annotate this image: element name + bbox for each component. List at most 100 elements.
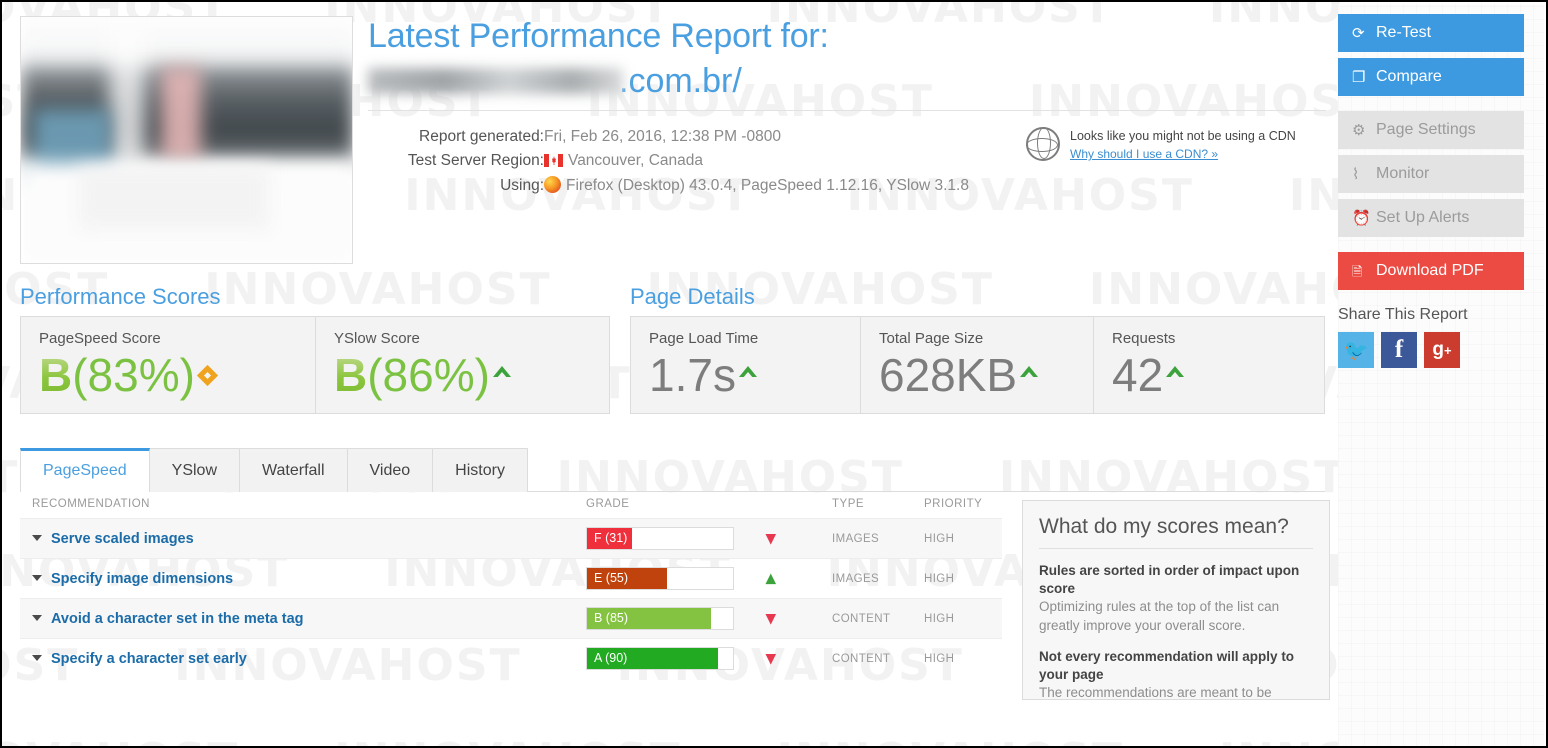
yslow-percent: (86%) <box>367 349 490 401</box>
pagespeed-percent: (83%) <box>72 349 195 401</box>
monitor-label: Monitor <box>1376 165 1430 182</box>
using-text: Firefox (Desktop) 43.0.4, PageSpeed 1.12… <box>566 177 969 195</box>
recommendation-cell[interactable]: Avoid a character set in the meta tag <box>20 610 586 627</box>
download-pdf-button[interactable]: 🗎 Download PDF <box>1338 252 1524 290</box>
trend-up-icon: ▴ <box>766 568 776 589</box>
tab-history[interactable]: History <box>432 448 528 492</box>
tab-pagespeed[interactable]: PageSpeed <box>20 448 150 492</box>
cdn-link[interactable]: Why should I use a CDN? » <box>1070 146 1218 163</box>
table-row[interactable]: Avoid a character set in the meta tag B … <box>20 598 1002 638</box>
expand-triangle-icon[interactable] <box>32 655 42 661</box>
compare-label: Compare <box>1376 68 1442 85</box>
grade-bar: B (85) <box>586 607 734 630</box>
scores-info-box: What do my scores mean? Rules are sorted… <box>1022 500 1330 700</box>
tab-yslow[interactable]: YSlow <box>148 448 240 492</box>
recommendation-name[interactable]: Specify a character set early <box>51 651 247 667</box>
yslow-grade: B <box>334 349 368 401</box>
type-cell: IMAGES <box>832 532 880 545</box>
requests-card: Requests 42 <box>1093 317 1324 413</box>
yslow-score-value: B(86%) <box>334 349 591 401</box>
col-header-type: TYPE <box>832 498 865 510</box>
info-body: The recommendations are meant to be <box>1039 685 1272 700</box>
recommendation-name[interactable]: Specify image dimensions <box>51 571 233 587</box>
grade-bar: A (90) <box>586 647 734 670</box>
meta-value-region: Vancouver, Canada <box>544 149 969 173</box>
googleplus-icon[interactable]: g + <box>1424 332 1460 368</box>
trend-down-icon: ▾ <box>766 608 776 629</box>
canada-flag-icon <box>544 154 563 168</box>
pagespeed-score-card: PageSpeed Score B(83%) <box>21 317 315 413</box>
trend-cell: ▾ <box>766 649 832 668</box>
share-icons: 🐦 f g + <box>1338 332 1524 368</box>
total-page-size-value-wrap: 628KB <box>879 349 1075 401</box>
requests-label: Requests <box>1112 330 1176 347</box>
tab-waterfall[interactable]: Waterfall <box>239 448 348 492</box>
page-details-title: Page Details <box>630 284 755 309</box>
pdf-icon: 🗎 <box>1352 263 1363 279</box>
facebook-icon[interactable]: f <box>1381 332 1417 368</box>
report-url: .com.br/ <box>368 58 1326 100</box>
trend-down-icon: ▾ <box>766 528 776 549</box>
page-load-time-card: Page Load Time 1.7s <box>631 317 860 413</box>
set-up-alerts-label: Set Up Alerts <box>1376 209 1470 226</box>
expand-triangle-icon[interactable] <box>32 615 42 621</box>
meta-label-using: Using: <box>500 176 544 194</box>
col-header-priority: PRIORITY <box>924 498 983 510</box>
compare-icon: ❐ <box>1352 68 1366 86</box>
meta-row-generated: Report generated: Fri, Feb 26, 2016, 12:… <box>368 125 969 149</box>
type-cell: CONTENT <box>832 612 891 625</box>
table-row[interactable]: Specify image dimensions E (55) ▴ IMAGES… <box>20 558 1002 598</box>
compare-button[interactable]: ❐ Compare <box>1338 58 1524 96</box>
gear-icon: ⚙ <box>1352 121 1366 139</box>
scores-section: Performance Scores PageSpeed Score B(83%… <box>2 284 1342 444</box>
monitor-button[interactable]: ⌇ Monitor <box>1338 155 1524 193</box>
meta-row-region: Test Server Region: Vancouver, Canada <box>368 149 969 173</box>
grade-label: E (55) <box>594 571 629 585</box>
page-load-time-label: Page Load Time <box>649 330 759 347</box>
expand-triangle-icon[interactable] <box>32 575 42 581</box>
download-pdf-label: Download PDF <box>1376 262 1484 279</box>
set-up-alerts-button[interactable]: ⏰ Set Up Alerts <box>1338 199 1524 237</box>
table-row[interactable]: Specify a character set early A (90) ▾ C… <box>20 638 1002 678</box>
requests-trend-up-icon <box>1166 366 1185 379</box>
recommendation-cell[interactable]: Serve scaled images <box>20 530 586 547</box>
info-heading: Not every recommendation will apply to y… <box>1039 648 1295 683</box>
report-tabs: PageSpeed YSlow Waterfall Video History <box>20 444 1325 492</box>
recommendation-name[interactable]: Avoid a character set in the meta tag <box>51 611 304 627</box>
recommendation-name[interactable]: Serve scaled images <box>51 531 194 547</box>
total-page-size-value: 628KB <box>879 349 1018 401</box>
col-header-grade: GRADE <box>586 498 630 510</box>
cdn-text: Looks like you might not be using a CDN … <box>1070 127 1326 164</box>
expand-triangle-icon[interactable] <box>32 535 42 541</box>
retest-button[interactable]: ⟳ Re-Test <box>1338 14 1524 52</box>
recommendation-cell[interactable]: Specify image dimensions <box>20 570 586 587</box>
grade-label: A (90) <box>594 651 628 665</box>
page-settings-button[interactable]: ⚙ Page Settings <box>1338 111 1524 149</box>
tab-video[interactable]: Video <box>346 448 434 492</box>
refresh-icon: ⟳ <box>1352 24 1365 42</box>
meta-row-using: Using: Firefox (Desktop) 43.0.4, PageSpe… <box>368 173 969 198</box>
report-meta: Report generated: Fri, Feb 26, 2016, 12:… <box>368 125 1326 229</box>
yslow-trend-up-icon <box>492 366 511 379</box>
priority-cell: HIGH <box>924 652 955 665</box>
yslow-score-label: YSlow Score <box>334 330 420 347</box>
twitter-icon[interactable]: 🐦 <box>1338 332 1374 368</box>
page-load-time-value: 1.7s <box>649 349 736 401</box>
pagespeed-trend-diamond-icon <box>196 364 219 387</box>
grade-label: B (85) <box>594 611 629 625</box>
priority-cell: HIGH <box>924 532 955 545</box>
tab-content: RECOMMENDATION GRADE TYPE PRIORITY Serve… <box>20 492 1330 700</box>
page-load-time-value-wrap: 1.7s <box>649 349 842 401</box>
table-row[interactable]: Serve scaled images F (31) ▾ IMAGES HIGH <box>20 518 1002 558</box>
type-cell: CONTENT <box>832 652 891 665</box>
info-heading: Rules are sorted in order of impact upon… <box>1039 563 1300 597</box>
page-settings-label: Page Settings <box>1376 121 1476 138</box>
pagespeed-score-label: PageSpeed Score <box>39 330 161 347</box>
grade-bar: E (55) <box>586 567 734 590</box>
recommendation-cell[interactable]: Specify a character set early <box>20 650 586 667</box>
cdn-message: Looks like you might not be using a CDN <box>1070 129 1296 144</box>
site-thumbnail <box>20 16 353 264</box>
requests-value-wrap: 42 <box>1112 349 1306 401</box>
total-page-size-card: Total Page Size 628KB <box>860 317 1093 413</box>
yslow-score-card: YSlow Score B(86%) <box>315 317 609 413</box>
